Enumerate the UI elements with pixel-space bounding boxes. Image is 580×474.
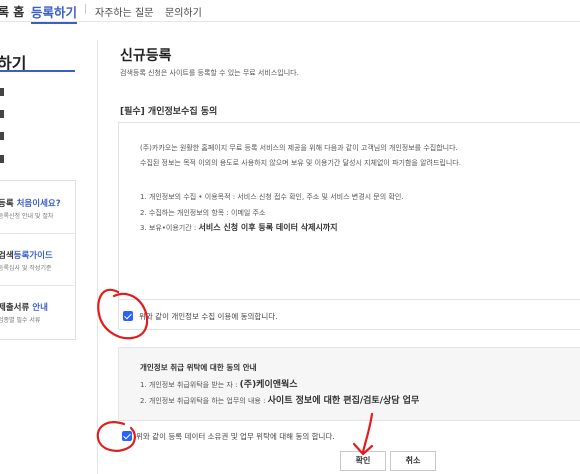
divider [0,233,76,234]
page-description: 검색등록 신청은 사이트를 등록할 수 있는 무료 서비스입니다. [120,69,299,77]
privacy-item-2: 2. 수집하는 개인정보의 항목 : 이메일 주소 [140,209,266,217]
privacy-intro-2: 수집된 정보는 목적 이외의 용도로 사용하지 않으며 보유 및 이용기간 달성… [140,159,461,167]
page-title: 신규등록 [120,48,172,64]
consignment-info-box: 개인정보 취급 위탁에 대한 동의 안내 1. 개인정보 취급위탁을 받는 자 … [118,347,580,421]
consignment-line-2: 2. 개인정보 취급위탁을 하는 업무의 내용 : 사이트 정보에 대한 편집/… [140,396,420,406]
consignment-agree-label[interactable]: 위와 같이 등록 데이터 소유권 및 업무 위탁에 대해 동의 합니다. [136,431,335,442]
privacy-agree-row: 위와 같이 개인정보 수집 이용에 동의합니다. [118,300,580,330]
privacy-item-1: 1. 개인정보의 수집 • 이용목적 : 서비스 신청 접수 확인, 주소 및 … [140,193,404,201]
nav-separator [85,4,86,14]
sidebar-title-underline [0,70,75,72]
first-time-link[interactable]: 등록 처음이세요? [0,197,61,209]
documents-guide-link[interactable]: 제출서류 안내 [0,301,48,313]
sidebar-menu-item-1[interactable] [0,88,4,96]
top-nav: 록 홈 등록하기 자주하는 질문 문의하기 [0,0,580,24]
privacy-agree-label[interactable]: 위와 같이 개인정보 수집 이용에 동의합니다. [139,311,278,322]
privacy-intro-1: (주)카카오는 원활한 홈페이지 무료 등록 서비스의 제공을 위해 다음과 같… [140,144,458,152]
sidebar-menu-item-2[interactable] [0,110,4,118]
sidebar-menu-item-4[interactable] [0,155,4,163]
consignment-heading: 개인정보 취급 위탁에 대한 동의 안내 [140,363,257,372]
documents-guide-sub: 업종별 필수 서류 [0,317,41,324]
privacy-agree-checkbox[interactable] [123,311,133,321]
register-guide-link[interactable]: 검색등록가이드 [0,249,53,261]
column-divider [97,40,98,474]
privacy-item-3: 3. 보유•이용기간 : 서비스 신청 이후 등록 데이터 삭제시까지 [140,223,338,232]
divider [0,285,76,286]
nav-home-link[interactable]: 록 홈 [0,3,24,20]
register-guide-sub: 등록심사 및 작성기준 [0,265,52,272]
sidebar-menu-item-3[interactable] [0,132,4,140]
consignment-agree-row: 위와 같이 등록 데이터 소유권 및 업무 위탁에 대해 동의 합니다. [118,421,580,447]
consignment-line-1: 1. 개인정보 취급위탁을 받는 자 : (주)케이앤웍스 [140,380,298,390]
confirm-button[interactable]: 확인 [340,451,386,471]
sidebar-guide-box: 등록 처음이세요? 등록신청 안내 및 절차 검색등록가이드 등록심사 및 작성… [0,180,76,340]
nav-inquiry-link[interactable]: 문의하기 [165,4,202,19]
nav-register-link[interactable]: 등록하기 [31,2,78,24]
first-time-sub: 등록신청 안내 및 절차 [0,213,54,220]
privacy-terms-box[interactable]: (주)카카오는 원활한 홈페이지 무료 등록 서비스의 제공을 위해 다음과 같… [118,122,580,300]
cancel-button[interactable]: 취소 [390,451,436,471]
nav-faq-link[interactable]: 자주하는 질문 [95,4,153,19]
section-title: [필수] 개인정보수집 동의 [120,107,218,117]
consignment-agree-checkbox[interactable] [122,431,132,441]
